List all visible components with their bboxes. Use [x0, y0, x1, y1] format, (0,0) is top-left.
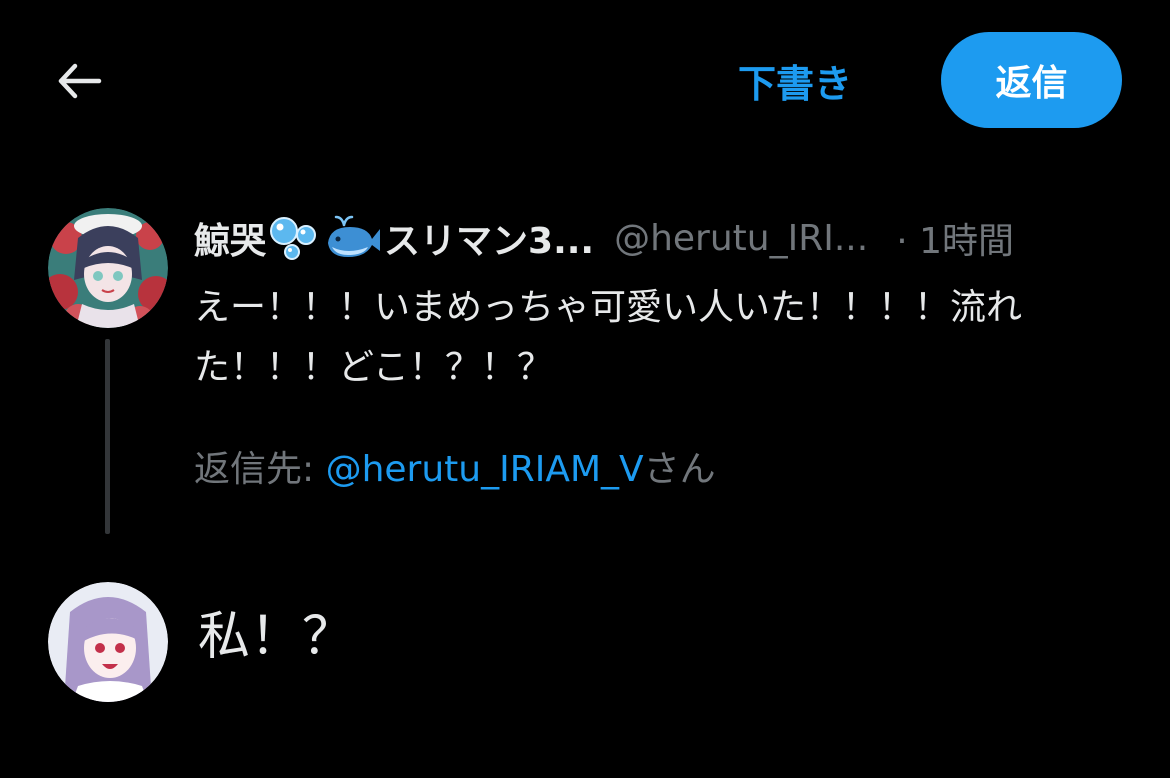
tweet-header: 鯨哭 スリマン3... @herutu_IRI... · 1時間	[194, 210, 1134, 266]
replying-to-suffix: さん	[643, 449, 716, 490]
compose-row: 私！？	[0, 580, 1170, 720]
display-name[interactable]: 鯨哭 スリマン3...	[194, 212, 594, 264]
bubbles-emoji	[268, 215, 320, 261]
tweet-text: えー！！！いまめっちゃ可愛い人いた！！！！流れた！！！どこ！？！？	[194, 287, 1023, 388]
compose-textarea[interactable]: 私！？	[198, 606, 354, 668]
tweet-timestamp[interactable]: · 1時間	[896, 212, 1014, 264]
back-button[interactable]	[48, 54, 108, 108]
parent-avatar-image	[48, 208, 168, 328]
arrow-left-icon	[58, 63, 102, 99]
replying-to-mention[interactable]: @herutu_IRIAM_V	[326, 449, 644, 490]
drafts-button[interactable]: 下書き	[720, 52, 870, 108]
display-name-text: 鯨哭	[194, 221, 267, 262]
replying-to-prefix: 返信先:	[194, 449, 326, 490]
user-avatar[interactable]	[48, 582, 168, 702]
reply-button[interactable]: 返信	[941, 32, 1122, 128]
parent-avatar[interactable]	[48, 208, 168, 328]
replying-to: 返信先: @herutu_IRIAM_Vさん	[194, 440, 716, 492]
display-name-suffix: スリマン3...	[384, 221, 595, 262]
thread-line	[105, 339, 110, 534]
whale-emoji	[324, 215, 382, 261]
user-avatar-image	[48, 582, 168, 702]
tweet-handle[interactable]: @herutu_IRI...	[614, 218, 868, 259]
top-bar: 下書き 返信	[0, 0, 1170, 160]
parent-tweet[interactable]: 鯨哭 スリマン3... @herutu_IRI... · 1時間 えー！！！いま…	[0, 200, 1170, 540]
